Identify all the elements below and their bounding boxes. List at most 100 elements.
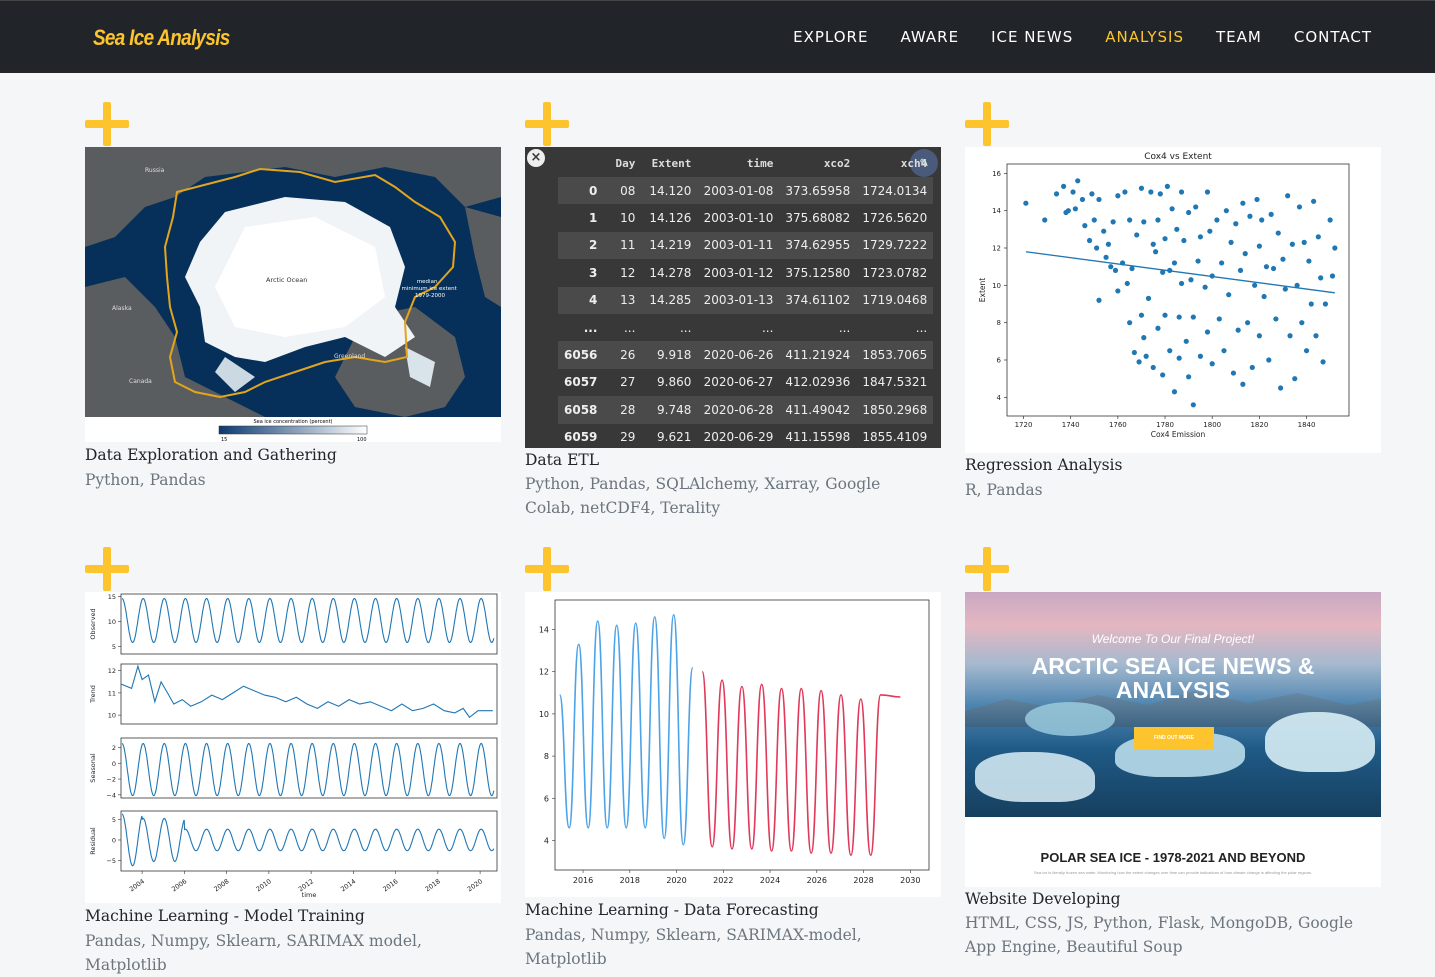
scatter-point — [1282, 286, 1288, 292]
map-label-arctic: Arctic Ocean — [266, 276, 307, 284]
scatter-point — [1235, 327, 1241, 333]
scatter-point — [1249, 364, 1255, 371]
scatter-point — [1318, 275, 1324, 281]
scatter-point — [1145, 295, 1152, 301]
brand-logo[interactable]: Sea Ice Analysis — [93, 25, 230, 51]
scatter-point — [1171, 389, 1178, 395]
scatter-point — [1061, 183, 1067, 189]
nav-ice-news[interactable]: ICE NEWS — [991, 28, 1073, 46]
arctic-map-image[interactable]: Russia Arctic Ocean Alaska Canada Greenl… — [85, 147, 501, 442]
card-title: Regression Analysis — [965, 456, 1123, 474]
scatter-point — [1091, 217, 1097, 223]
y-tick-label: 10 — [992, 282, 1001, 290]
scatter-point — [1082, 223, 1088, 229]
scatter-point — [1042, 217, 1048, 223]
table-cell: 10 — [620, 211, 636, 226]
scatter-point — [1299, 320, 1305, 326]
scatter-point — [1197, 234, 1204, 240]
scatter-point — [1174, 226, 1180, 232]
table-cell: 29 — [620, 430, 636, 445]
nav-explore[interactable]: EXPLORE — [793, 28, 868, 46]
scatter-point — [1186, 209, 1192, 216]
expand-plus-icon[interactable] — [965, 547, 1009, 591]
nav-contact[interactable]: CONTACT — [1294, 28, 1372, 46]
scatter-point — [1209, 361, 1215, 367]
expand-plus-icon[interactable] — [85, 547, 129, 591]
table-cell: 411.49042 — [779, 396, 857, 424]
chart-title: Cox4 vs Extent — [1144, 152, 1212, 162]
website-screenshot-image[interactable]: Welcome To Our Final Project! ARCTIC SEA… — [965, 592, 1381, 887]
scatter-point — [1176, 314, 1182, 320]
close-icon[interactable]: × — [527, 149, 545, 167]
table-cell: 27 — [620, 375, 636, 390]
nav-analysis[interactable]: ANALYSIS — [1105, 28, 1184, 46]
table-cell: 2020-06-29 — [703, 430, 774, 445]
scatter-point — [1101, 228, 1107, 234]
scatter-point — [1247, 213, 1253, 219]
scatter-point — [1313, 333, 1319, 339]
scatter-point — [1176, 355, 1182, 361]
scatter-point — [1303, 348, 1310, 354]
table-cell: 26 — [603, 341, 642, 369]
etl-table: Day Extent time xco2 xch4 0 08 14.120 2003-… — [558, 149, 934, 448]
table-cell: ... — [761, 320, 774, 335]
scatter-point — [1190, 314, 1196, 320]
row-index: 4 — [558, 286, 604, 314]
scatter-point — [1160, 372, 1166, 378]
expand-plus-icon[interactable] — [525, 547, 569, 591]
table-cell: 14.120 — [641, 177, 698, 205]
card-title: Data Exploration and Gathering — [85, 446, 337, 464]
scatter-point — [1065, 208, 1071, 214]
scatter-point — [1226, 292, 1232, 298]
scatter-point — [1237, 267, 1244, 273]
table-cell: 1729.7222 — [856, 231, 934, 260]
panel-y-label: Observed — [89, 608, 97, 639]
forecast-chart-image[interactable]: 2016 2018 2020 2022 2024 2026 2028 2030 4 6 8 10 12 1… — [525, 592, 941, 897]
y-tick-label: 8 — [544, 752, 549, 761]
scatter-point — [1150, 241, 1156, 247]
navbar: Sea Ice Analysis EXPLORE AWARE ICE NEWS … — [0, 0, 1435, 73]
scatter-point — [1261, 293, 1267, 300]
y-tick-label: 11 — [108, 689, 116, 697]
scatter-point — [1219, 260, 1225, 266]
row-index: 6058 — [558, 396, 604, 424]
col-header-day: Day — [615, 156, 636, 170]
y-tick-label: 0 — [112, 836, 116, 844]
table-cell: 2020-06-28 — [697, 396, 780, 424]
scatter-chart: Cox4 vs Extent 1720 1740 1760 1780 1800 1820 18… — [978, 152, 1350, 439]
decomposition-chart-image[interactable]: 5 10 15 Observed 10 11 12 Trend −4 −2 0 2 Seasonal −5… — [85, 592, 501, 903]
map-label-median-line3: 1979-2000 — [415, 293, 445, 299]
scatter-point — [1254, 196, 1260, 203]
card-tags: Python, Pandas, SQLAlchemy, Xarray, Goog… — [525, 475, 881, 517]
regression-chart-image[interactable]: Cox4 vs Extent 1720 1740 1760 1780 1800 1820 18… — [965, 147, 1381, 453]
scatter-point — [1134, 232, 1140, 238]
etl-table-image[interactable]: × ✎ Day Extent time xco2 xch4 0 08 14.120 2… — [525, 147, 941, 448]
hero-welcome: Welcome To Our Final Project! — [1091, 632, 1255, 646]
table-cell: 1853.7065 — [856, 341, 934, 369]
scatter-point — [1256, 243, 1262, 249]
find-out-more-button[interactable]: FIND OUT MORE — [1134, 727, 1214, 750]
nav-aware[interactable]: AWARE — [900, 28, 959, 46]
y-tick-label: −5 — [106, 857, 116, 865]
scatter-point — [1221, 348, 1227, 354]
scatter-point — [1079, 196, 1086, 203]
expand-plus-icon[interactable] — [525, 102, 569, 146]
table-cell: 14.278 — [649, 265, 692, 280]
scatter-point — [1216, 316, 1222, 322]
expand-plus-icon[interactable] — [85, 102, 129, 146]
table-cell: 373.65958 — [779, 177, 857, 205]
table-cell: ... — [623, 320, 636, 335]
scatter-point — [1152, 249, 1159, 255]
scatter-point — [1287, 333, 1293, 339]
card-title: Data ETL — [525, 451, 600, 469]
nav-team[interactable]: TEAM — [1216, 28, 1262, 46]
row-index: 2 — [558, 231, 604, 260]
scatter-point — [1315, 234, 1321, 240]
y-tick-label: 4 — [544, 836, 549, 845]
table-cell: 9.748 — [641, 396, 698, 424]
table-cell: 411.21924 — [779, 341, 857, 369]
scatter-point — [1204, 329, 1211, 335]
y-tick-label: 15 — [108, 593, 116, 601]
expand-plus-icon[interactable] — [965, 102, 1009, 146]
scatter-point — [1242, 251, 1248, 257]
